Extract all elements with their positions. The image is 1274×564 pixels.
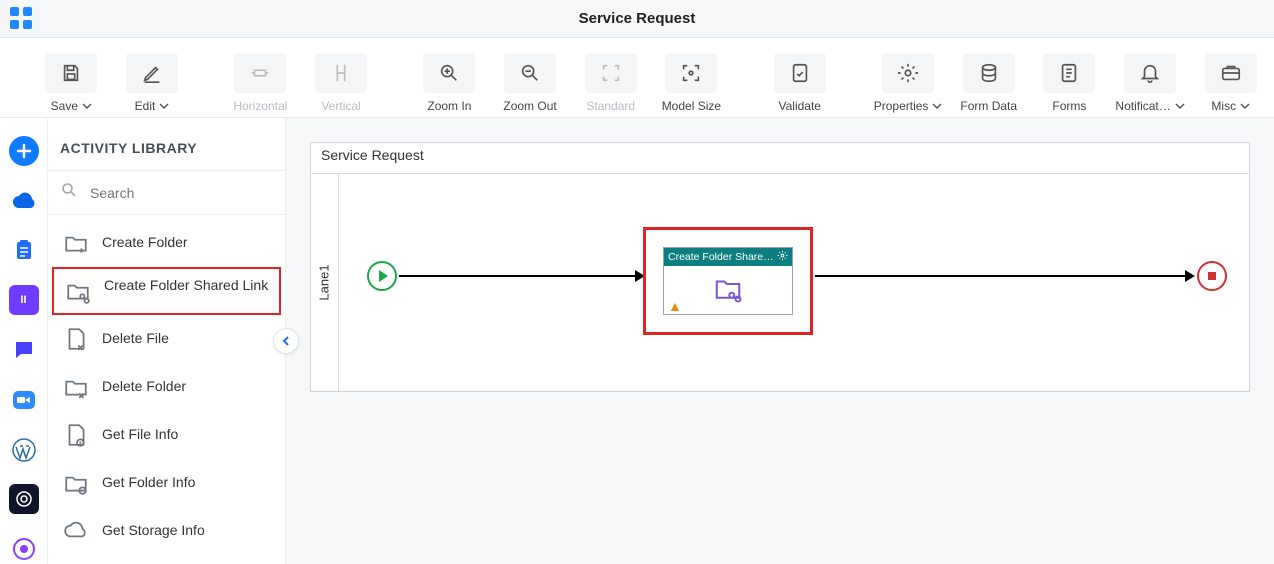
vertical-icon [315,53,367,93]
forms-button[interactable]: Forms [1034,51,1105,113]
folder-share-icon [710,274,746,309]
misc-button[interactable]: Misc [1195,51,1266,113]
model-size-button[interactable]: Model Size [656,51,727,113]
page-title: Service Request [12,10,1262,27]
activity-get-folder-info[interactable]: Get Folder Info [48,459,285,507]
app-switcher-icon[interactable] [10,7,32,34]
wordpress-integration-icon[interactable] [9,435,39,465]
activity-create-folder-shared-link[interactable]: Create Folder Shared Link [52,267,281,315]
model-size-icon [665,53,717,93]
search-input[interactable] [88,184,273,202]
zoom-out-icon [504,53,556,93]
zoom-in-icon [423,53,475,93]
canvas-area[interactable]: Service Request Lane1 Create Folder Shar… [286,118,1274,564]
file-delete-icon [62,325,90,353]
start-node[interactable] [367,261,397,291]
horizontal-layout-button[interactable]: Horizontal [225,51,296,113]
connector-1[interactable] [399,275,643,277]
standard-view-icon [585,53,637,93]
form-data-button[interactable]: Form Data [953,51,1024,113]
chevron-down-icon [159,99,169,113]
cloud-info-icon [62,517,90,545]
chevron-down-icon [82,99,92,113]
zoom-in-button[interactable]: Zoom In [414,51,485,113]
activity-node-create-folder-shared-link[interactable]: Create Folder Shared… ▲ [643,227,813,335]
horizontal-icon [234,53,286,93]
sidebar-title: ACTIVITY LIBRARY [48,118,285,171]
add-button[interactable] [9,136,39,166]
activity-get-file-info[interactable]: Get File Info [48,411,285,459]
collapse-sidebar-button[interactable] [273,328,299,354]
activity-delete-file[interactable]: Delete File [48,315,285,363]
save-icon [45,53,97,93]
form-data-icon [963,53,1015,93]
misc-icon [1205,53,1257,93]
validate-button[interactable]: Validate [764,51,835,113]
chat-integration-icon[interactable] [9,335,39,365]
activity-create-folder[interactable]: Create Folder [48,219,285,267]
gear-icon [882,53,934,93]
notifications-button[interactable]: Notificat… [1115,51,1186,113]
left-rail: II [0,118,48,564]
connector-2[interactable] [815,275,1193,277]
activity-get-storage-info[interactable]: Get Storage Info [48,507,285,555]
folder-info-icon [62,469,90,497]
edit-icon [126,53,178,93]
main-area: II ACTIVITY LIBRARY Create Folde [0,118,1274,564]
search-icon [60,181,78,204]
zoom-out-button[interactable]: Zoom Out [495,51,566,113]
activity-card: Create Folder Shared… ▲ [663,247,793,315]
zoom-standard-button[interactable]: Standard [575,51,646,113]
forms-icon [1043,53,1095,93]
folder-add-icon [62,229,90,257]
activity-list: Create Folder Create Folder Shared Link … [48,215,285,555]
target-integration-icon[interactable] [9,484,39,514]
cloud-integration-icon[interactable] [9,186,39,216]
gear-icon[interactable] [777,250,788,264]
extra-integration-icon[interactable] [9,534,39,564]
validate-icon [774,53,826,93]
flow-area[interactable]: Create Folder Shared… ▲ [339,173,1249,391]
end-node[interactable] [1197,261,1227,291]
activity-library-sidebar: ACTIVITY LIBRARY Create Folder Create Fo… [48,118,286,564]
vertical-layout-button[interactable]: Vertical [306,51,377,113]
activity-delete-folder[interactable]: Delete Folder [48,363,285,411]
chevron-down-icon [932,99,942,113]
chevron-down-icon [1175,99,1185,113]
play-icon [379,270,388,282]
folder-delete-icon [62,373,90,401]
file-info-icon [62,421,90,449]
toolbar: Save Edit Horizontal Vertical Zoom In Zo… [0,38,1274,118]
chevron-down-icon [1240,99,1250,113]
properties-button[interactable]: Properties [873,51,944,113]
stop-icon [1208,272,1216,280]
activity-header: Create Folder Shared… [664,248,792,266]
video-integration-icon[interactable] [9,385,39,415]
lane-header[interactable]: Lane1 [311,173,339,391]
process-canvas[interactable]: Service Request Lane1 Create Folder Shar… [310,142,1250,392]
clipboard-integration-icon[interactable] [9,236,39,266]
save-button[interactable]: Save [36,51,107,113]
bell-icon [1124,53,1176,93]
process-title: Service Request [321,147,424,163]
header-bar: Service Request [0,0,1274,38]
integration-icon-purple[interactable]: II [9,285,39,315]
edit-button[interactable]: Edit [117,51,188,113]
warning-icon: ▲ [668,298,682,314]
folder-share-icon [64,277,92,305]
